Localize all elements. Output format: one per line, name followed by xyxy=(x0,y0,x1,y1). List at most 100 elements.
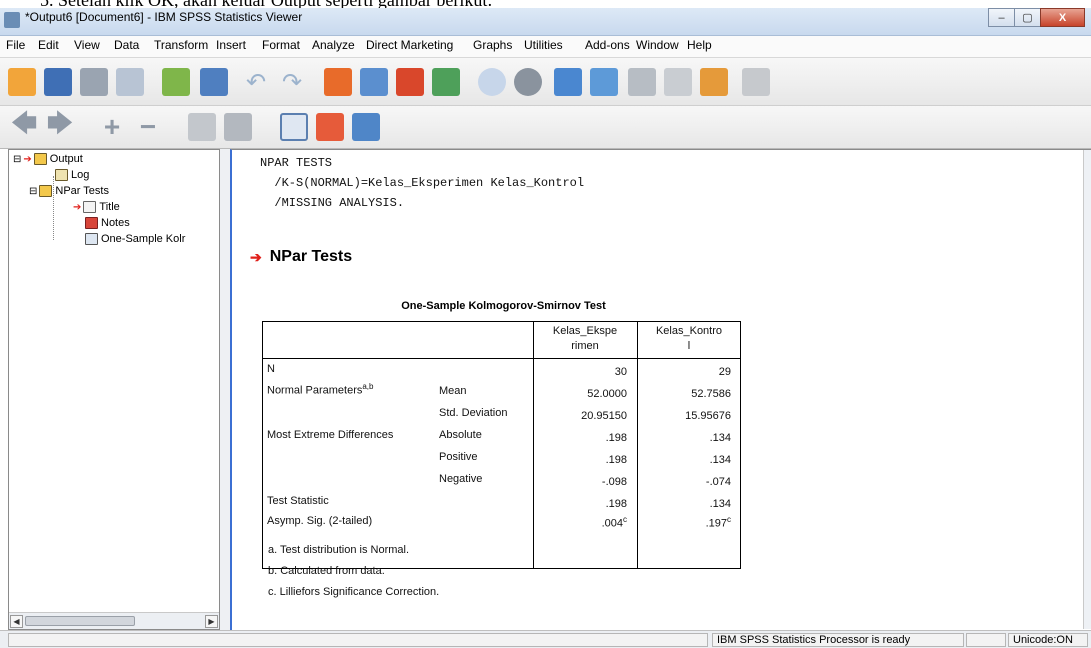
maximize-button[interactable]: ▢ xyxy=(1014,8,1041,27)
menu-insert[interactable]: Insert xyxy=(216,38,246,52)
tree-item-one-sample[interactable]: One-Sample Kolr xyxy=(85,232,185,246)
collapse-toggle-icon[interactable]: ⊟ xyxy=(13,154,21,165)
app-icon xyxy=(4,12,20,28)
menu-data[interactable]: Data xyxy=(114,38,139,52)
minimize-button[interactable]: – xyxy=(988,8,1015,27)
outline-horizontal-scrollbar[interactable]: ◀ ▶ xyxy=(9,612,219,629)
variables-icon[interactable] xyxy=(394,66,426,98)
menu-graphs[interactable]: Graphs xyxy=(473,38,512,52)
weight-cases-icon[interactable] xyxy=(512,66,544,98)
menu-file[interactable]: File xyxy=(6,38,25,52)
col-header-eksperimen-a: Kelas_Ekspe xyxy=(552,325,618,337)
hide-icon[interactable] xyxy=(222,111,254,143)
table-footnote: c. Lilliefors Significance Correction. xyxy=(268,586,440,598)
insert-heading-icon[interactable] xyxy=(278,111,310,143)
outline-toolbar: 🡄 🡆 + − xyxy=(0,106,1091,149)
tree-label: NPar Tests xyxy=(55,185,109,197)
use-sets-icon[interactable] xyxy=(588,66,620,98)
pane-splitter[interactable] xyxy=(220,149,230,630)
select-cases-icon[interactable] xyxy=(476,66,508,98)
demote-icon[interactable]: 🡆 xyxy=(44,108,76,143)
tree-item-notes[interactable]: Notes xyxy=(85,216,130,230)
undo-icon[interactable]: ↶ xyxy=(240,66,272,98)
menu-edit[interactable]: Edit xyxy=(38,38,59,52)
promote-icon[interactable]: 🡄 xyxy=(8,108,40,143)
collapse-icon[interactable]: − xyxy=(132,111,164,143)
goto-case-icon[interactable] xyxy=(322,66,354,98)
outline-tree: ⊟ ➔ Output Log ⊟ NPar Tests ➔ Title Note… xyxy=(9,150,219,610)
menu-help[interactable]: Help xyxy=(687,38,712,52)
tree-item-npar-tests[interactable]: ⊟ NPar Tests xyxy=(29,184,109,198)
spell-check-icon[interactable] xyxy=(662,66,694,98)
menu-format[interactable]: Format xyxy=(262,38,300,52)
recall-dialog-icon[interactable] xyxy=(198,66,230,98)
table-footnote: b. Calculated from data. xyxy=(268,565,385,577)
main-toolbar: ↶ ↷ xyxy=(0,58,1091,106)
title-bar[interactable]: *Output6 [Document6] - IBM SPSS Statisti… xyxy=(0,8,1091,36)
current-arrow-icon: ➔ xyxy=(73,201,82,213)
cell-value: .004c xyxy=(543,515,627,530)
cell-value: .134 xyxy=(709,432,731,444)
save-icon[interactable] xyxy=(42,66,74,98)
expand-icon[interactable]: + xyxy=(96,111,128,143)
cell-value: -.074 xyxy=(705,476,731,488)
tree-label: Title xyxy=(99,201,120,213)
syntax-line: NPAR TESTS xyxy=(260,156,333,170)
window-title: *Output6 [Document6] - IBM SPSS Statisti… xyxy=(25,10,303,24)
tree-item-output[interactable]: ⊟ ➔ Output xyxy=(13,152,83,166)
show-icon[interactable] xyxy=(186,111,218,143)
ks-test-table[interactable]: Kelas_Ekspe rimen Kelas_Kontro l N 30 29… xyxy=(262,321,741,569)
table-divider xyxy=(263,358,740,359)
menu-window[interactable]: Window xyxy=(636,38,679,52)
content-pane: NPAR TESTS /K-S(NORMAL)=Kelas_Eksperimen… xyxy=(230,149,1091,630)
content-vertical-scrollbar[interactable] xyxy=(1083,150,1091,629)
table-icon xyxy=(85,233,98,245)
menu-utilities[interactable]: Utilities xyxy=(524,38,563,52)
insert-text-icon[interactable] xyxy=(350,111,382,143)
menu-view[interactable]: View xyxy=(74,38,100,52)
section-heading[interactable]: ➔ NPar Tests xyxy=(250,248,352,266)
menu-direct-marketing[interactable]: Direct Marketing xyxy=(366,38,453,52)
status-panel-empty xyxy=(8,633,708,647)
spss-viewer-window: *Output6 [Document6] - IBM SPSS Statisti… xyxy=(0,0,1091,648)
value-labels-icon[interactable] xyxy=(552,66,584,98)
outline-pane: ⊟ ➔ Output Log ⊟ NPar Tests ➔ Title Note… xyxy=(8,149,220,630)
collapse-toggle-icon[interactable]: ⊟ xyxy=(29,186,37,197)
tree-item-title[interactable]: ➔ Title xyxy=(73,200,120,214)
split-file-icon[interactable] xyxy=(430,66,462,98)
cell-value: 52.0000 xyxy=(587,388,627,400)
script-icon[interactable] xyxy=(698,66,730,98)
screenshot: 5. Setelah klik OK, akan keluar Output s… xyxy=(0,0,1091,648)
cell-value: 29 xyxy=(718,366,731,378)
show-all-variables-icon[interactable] xyxy=(626,66,658,98)
row-label-text: Normal Parameters xyxy=(267,384,363,397)
insert-title-icon[interactable] xyxy=(314,111,346,143)
export-icon[interactable] xyxy=(160,66,192,98)
tree-label: Output xyxy=(49,153,83,165)
scroll-right-icon[interactable]: ▶ xyxy=(205,615,218,628)
col-header-kontrol-a: Kelas_Kontro xyxy=(655,325,723,337)
row-label: Asymp. Sig. (2-tailed) xyxy=(267,515,373,527)
title-icon xyxy=(83,201,97,213)
cell-value: 20.95150 xyxy=(581,410,627,422)
window-controls: – ▢ X xyxy=(988,8,1085,28)
print-preview-icon[interactable] xyxy=(114,66,146,98)
menu-analyze[interactable]: Analyze xyxy=(312,38,355,52)
goto-variable-icon[interactable] xyxy=(358,66,390,98)
menu-transform[interactable]: Transform xyxy=(154,38,208,52)
cell-value: .198 xyxy=(605,498,627,510)
scroll-thumb[interactable] xyxy=(25,616,135,626)
open-file-icon[interactable] xyxy=(6,66,38,98)
close-button[interactable]: X xyxy=(1040,8,1085,27)
redo-icon[interactable]: ↷ xyxy=(276,66,308,98)
tree-label: One-Sample Kolr xyxy=(101,233,186,245)
cell-value: 15.95676 xyxy=(685,410,731,422)
cell-value: 30 xyxy=(614,366,627,378)
tree-item-log[interactable]: Log xyxy=(55,168,89,182)
print-icon[interactable] xyxy=(78,66,110,98)
scroll-left-icon[interactable]: ◀ xyxy=(10,615,23,628)
cell-value: .198 xyxy=(605,432,627,444)
menu-add-ons[interactable]: Add-ons xyxy=(585,38,630,52)
cell-value: .134 xyxy=(709,454,731,466)
status-unicode: Unicode:ON xyxy=(1008,633,1088,647)
